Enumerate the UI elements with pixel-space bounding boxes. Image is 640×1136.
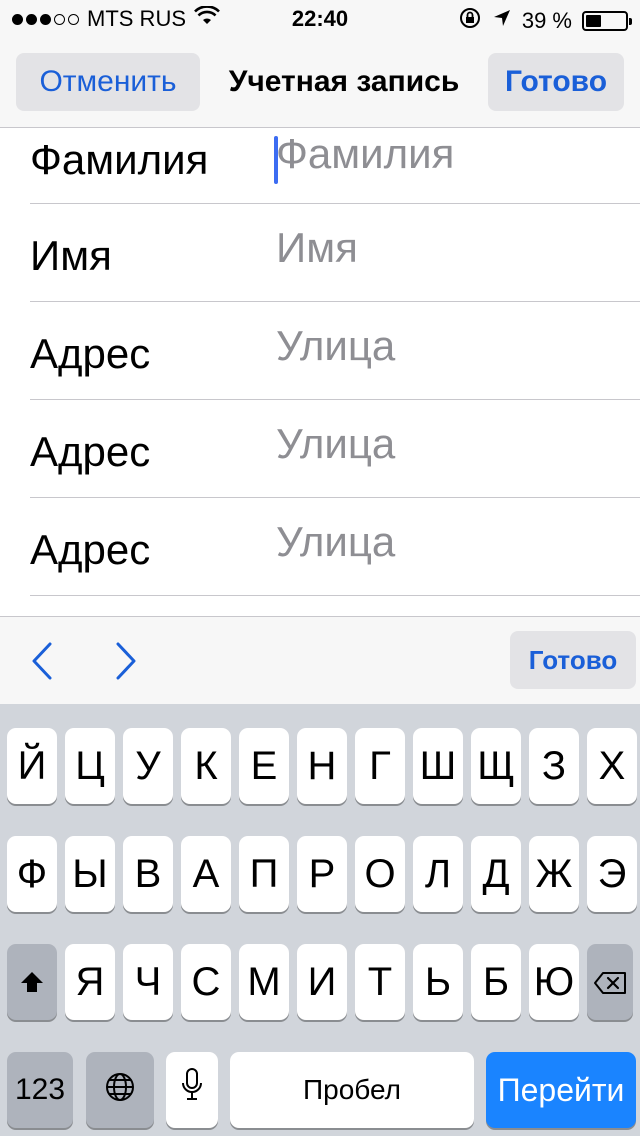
key-letter[interactable]: Ш (413, 728, 463, 804)
key-letter[interactable]: И (297, 944, 347, 1020)
key-letter[interactable]: Ф (7, 836, 57, 912)
navigation-bar: Отменить Учетная запись Готово (0, 40, 640, 128)
battery-percent: 39 % (521, 8, 572, 33)
form-row-last-name: Фамилия Фамилия (30, 128, 640, 204)
keyboard-accessory-bar: Готово (0, 616, 640, 704)
shift-icon (19, 960, 45, 1005)
address-label: Адрес (30, 330, 151, 377)
key-letter[interactable]: С (181, 944, 231, 1020)
key-letter[interactable]: Я (65, 944, 115, 1020)
key-letter[interactable]: Ж (529, 836, 579, 912)
key-letter[interactable]: З (529, 728, 579, 804)
key-letter[interactable]: Х (587, 728, 637, 804)
status-right: 39 % (458, 6, 632, 36)
key-letter[interactable]: Б (471, 944, 521, 1020)
key-letter[interactable]: Н (297, 728, 347, 804)
key-letter[interactable]: А (181, 836, 231, 912)
last-name-label: Фамилия (30, 136, 209, 183)
address-label: Адрес (30, 526, 151, 573)
key-letter[interactable]: В (123, 836, 173, 912)
status-bar: MTS RUS 22:40 39 % (0, 0, 640, 40)
chevron-right-icon[interactable] (106, 639, 146, 683)
first-name-label: Имя (30, 232, 112, 279)
backspace-key[interactable] (587, 944, 633, 1020)
space-key[interactable]: Пробел (230, 1052, 474, 1128)
form-row-address: Адрес Улица (30, 302, 640, 400)
key-letter[interactable]: Ю (529, 944, 579, 1020)
key-letter[interactable]: У (123, 728, 173, 804)
key-letter[interactable]: Ц (65, 728, 115, 804)
key-letter[interactable]: Г (355, 728, 405, 804)
globe-key[interactable] (86, 1052, 154, 1128)
address-label: Адрес (30, 428, 151, 475)
form-row-address: Адрес Улица (30, 498, 640, 596)
street-field[interactable]: Улица (276, 322, 395, 370)
chevron-left-icon[interactable] (22, 639, 62, 683)
dictation-key[interactable] (166, 1052, 218, 1128)
key-letter[interactable]: Щ (471, 728, 521, 804)
battery-icon (582, 11, 632, 31)
rotation-lock-icon (458, 6, 482, 36)
key-letter[interactable]: Д (471, 836, 521, 912)
shift-key[interactable] (7, 944, 57, 1020)
form-row-first-name: Имя Имя (30, 204, 640, 302)
key-letter[interactable]: Ы (65, 836, 115, 912)
key-letter[interactable]: Й (7, 728, 57, 804)
street-field[interactable]: Улица (276, 518, 395, 566)
key-letter[interactable]: Е (239, 728, 289, 804)
key-letter[interactable]: П (239, 836, 289, 912)
accessory-done-button[interactable]: Готово (510, 631, 636, 689)
key-letter[interactable]: Э (587, 836, 637, 912)
globe-icon (104, 1068, 136, 1113)
backspace-icon (593, 960, 627, 1005)
last-name-field[interactable]: Фамилия (276, 130, 454, 178)
key-letter[interactable]: Л (413, 836, 463, 912)
key-letter[interactable]: Ч (123, 944, 173, 1020)
keyboard: Й Ц У К Е Н Г Ш Щ З Х Ф Ы В А П Р О Л Д … (0, 704, 640, 1136)
numbers-key[interactable]: 123 (7, 1052, 73, 1128)
key-letter[interactable]: М (239, 944, 289, 1020)
location-icon (492, 8, 512, 34)
key-letter[interactable]: Ь (413, 944, 463, 1020)
done-button[interactable]: Готово (488, 53, 624, 111)
key-letter[interactable]: О (355, 836, 405, 912)
microphone-icon (180, 1067, 204, 1113)
battery-level (586, 15, 601, 27)
cancel-button[interactable]: Отменить (16, 53, 200, 111)
go-key[interactable]: Перейти (486, 1052, 636, 1128)
account-form: Фамилия Фамилия Имя Имя Адрес Улица Адре… (0, 128, 640, 616)
key-letter[interactable]: Т (355, 944, 405, 1020)
street-field[interactable]: Улица (276, 420, 395, 468)
key-letter[interactable]: Р (297, 836, 347, 912)
page-title: Учетная запись (228, 65, 460, 98)
key-letter[interactable]: К (181, 728, 231, 804)
first-name-field[interactable]: Имя (276, 224, 358, 272)
form-row-address: Адрес Улица (30, 400, 640, 498)
